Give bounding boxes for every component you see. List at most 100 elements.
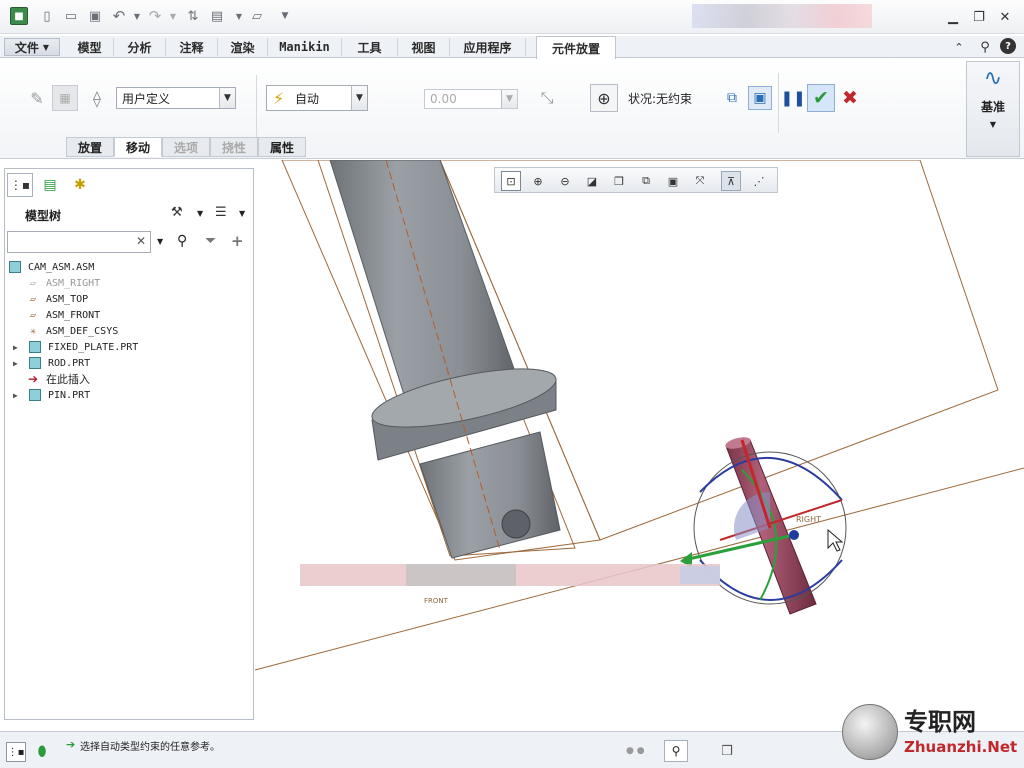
repaint-icon[interactable]: ◪ [582,171,602,191]
find-icon[interactable]: ⚲ [664,740,688,762]
redo-icon[interactable]: ↷ [146,7,164,25]
undo-icon[interactable]: ↶ [110,7,128,25]
tab-component-placement[interactable]: 元件放置 [536,36,616,59]
minimize-icon[interactable]: ▁ [944,8,962,26]
dragger-center[interactable] [789,530,799,540]
expand-icon[interactable]: ▶ [13,343,23,352]
filter-icon[interactable]: ⏷ [205,233,216,249]
tab-render-label: 渲染 [230,40,255,55]
tree-item[interactable]: CAM_ASM.ASM [9,259,94,275]
windows-dropdown-icon[interactable]: ▼ [230,7,248,25]
tree-item[interactable]: ▱ ASM_FRONT [19,307,100,323]
windows-icon[interactable]: ▤ [208,7,226,25]
restore-icon[interactable]: ❐ [970,8,988,26]
subtab-options-label: 选项 [173,140,198,155]
regenerate-icon[interactable]: ⇅ [184,7,202,25]
help-icon[interactable]: ? [1000,38,1016,54]
tree-search-input[interactable]: ✕ [7,231,151,253]
new-file-icon[interactable]: ▯ [38,7,56,25]
app-logo-icon[interactable]: ■ [10,7,28,25]
chevron-down-icon[interactable]: ▼ [239,209,245,218]
tree-item[interactable]: ➔ 在此插入 [19,371,90,387]
display-style-icon[interactable]: ❒ [609,171,629,191]
selection-filter-icon[interactable]: ❒ [716,740,738,762]
add-column-icon[interactable]: + [231,232,244,250]
watermark: 专职网 Zhuanzhi.Net [842,700,1018,760]
close-window-icon[interactable]: ▱ [248,7,266,25]
tree-item[interactable]: ▶ PIN.PRT [13,387,90,403]
folder-browser-tab-icon[interactable]: ▤ [37,173,63,197]
tree-item[interactable]: ▶ FIXED_PLATE.PRT [13,339,138,355]
toggle-navigator-icon[interactable]: ⋮▪ [6,742,26,762]
open-file-icon[interactable]: ▭ [62,7,80,25]
part-icon [29,389,41,401]
interface-icon[interactable]: ▦ [52,85,78,111]
chevron-down-icon[interactable]: ▼ [157,237,163,246]
datum-display-icon[interactable]: ⊼ [721,171,741,191]
tree-item[interactable]: ▱ ASM_RIGHT [19,275,100,291]
toggle-browser-icon[interactable]: ⬮ [32,742,52,762]
tab-manikin[interactable]: Manikin [268,38,342,56]
tab-tools[interactable]: 工具 [342,38,398,56]
annotation-display-icon[interactable]: ⋰ [749,171,769,191]
tab-annotate-label: 注释 [179,40,204,55]
tree-tools-icon[interactable]: ⚒ [171,205,193,223]
tab-render[interactable]: 渲染 [218,38,268,56]
offset-input[interactable]: 0.00 ▼ [424,89,518,109]
subtab-flexibility[interactable]: 挠性 [210,137,258,157]
tree-item[interactable]: ✳ ASM_DEF_CSYS [19,323,118,339]
subtab-properties[interactable]: 属性 [258,137,306,157]
favorites-tab-icon[interactable]: ✱ [67,173,93,197]
tree-item[interactable]: ▶ ROD.PRT [13,355,90,371]
tab-applications[interactable]: 应用程序 [450,38,526,56]
perspective-icon[interactable]: ⤧ [690,171,710,191]
tab-annotate[interactable]: 注释 [166,38,218,56]
redo-dropdown-icon[interactable]: ▼ [164,7,182,25]
tab-manikin-label: Manikin [279,40,330,54]
ribbon-divider [256,75,257,137]
constraint-sets-icon[interactable]: ✎ [24,85,50,111]
graphics-viewport[interactable]: RIGHT FRONT [254,160,1024,730]
search-icon[interactable]: ⚲ [976,38,994,56]
assembly-window-icon[interactable]: ▣ [748,86,772,110]
view-manager-icon[interactable]: ▣ [663,171,683,191]
model-canvas: RIGHT FRONT [254,160,1024,671]
file-menu[interactable]: 文件 ▼ [4,38,60,56]
subtab-move[interactable]: 移动 [114,137,162,157]
zoom-out-icon[interactable]: ⊖ [555,171,575,191]
datum-button[interactable]: ∿ 基准 ▼ [966,61,1020,157]
tree-settings-icon[interactable]: ☰ [215,205,233,223]
placement-status-icon[interactable]: ⊕ [590,84,618,112]
tree-item[interactable]: ▱ ASM_TOP [19,291,88,307]
separate-window-icon[interactable]: ⧉ [720,86,744,110]
blurred-region [406,564,516,586]
subtab-options[interactable]: 选项 [162,137,210,157]
pause-icon[interactable]: ❚❚ [780,86,805,110]
flip-constraint-icon[interactable]: ⤡ [534,85,560,111]
connection-type-icon[interactable]: ⟠ [84,85,110,111]
collapse-ribbon-icon[interactable]: ⌃ [950,38,968,56]
cancel-button[interactable]: ✖ [838,86,862,110]
close-icon[interactable]: ✕ [996,8,1014,26]
confirm-button[interactable]: ✔ [807,84,835,112]
rotate-ring-blue[interactable] [699,559,843,601]
tab-view[interactable]: 视图 [398,38,450,56]
constraint-type-select[interactable]: ⚡ 自动 ▼ [266,85,368,111]
saved-views-icon[interactable]: ⧉ [636,171,656,191]
tab-model[interactable]: 模型 [66,38,114,56]
expand-icon[interactable]: ▶ [13,391,23,400]
expand-icon[interactable]: ▶ [13,359,23,368]
find-icon[interactable]: ⚲ [177,233,187,249]
tab-analysis[interactable]: 分析 [114,38,166,56]
subtab-placement[interactable]: 放置 [66,137,114,157]
zoom-in-icon[interactable]: ⊕ [528,171,548,191]
tree-item-label: ASM_TOP [46,293,89,305]
clear-search-icon[interactable]: ✕ [136,234,146,248]
save-icon[interactable]: ▣ [86,7,104,25]
undo-dropdown-icon[interactable]: ▼ [128,7,146,25]
model-tree-tab-icon[interactable]: ⋮▪ [7,173,33,197]
chevron-down-icon[interactable]: ▼ [197,209,203,218]
customize-toolbar-icon[interactable]: ▼ [276,7,294,25]
refit-icon[interactable]: ⊡ [501,171,521,191]
constraint-set-select[interactable]: 用户定义 ▼ [116,87,236,109]
